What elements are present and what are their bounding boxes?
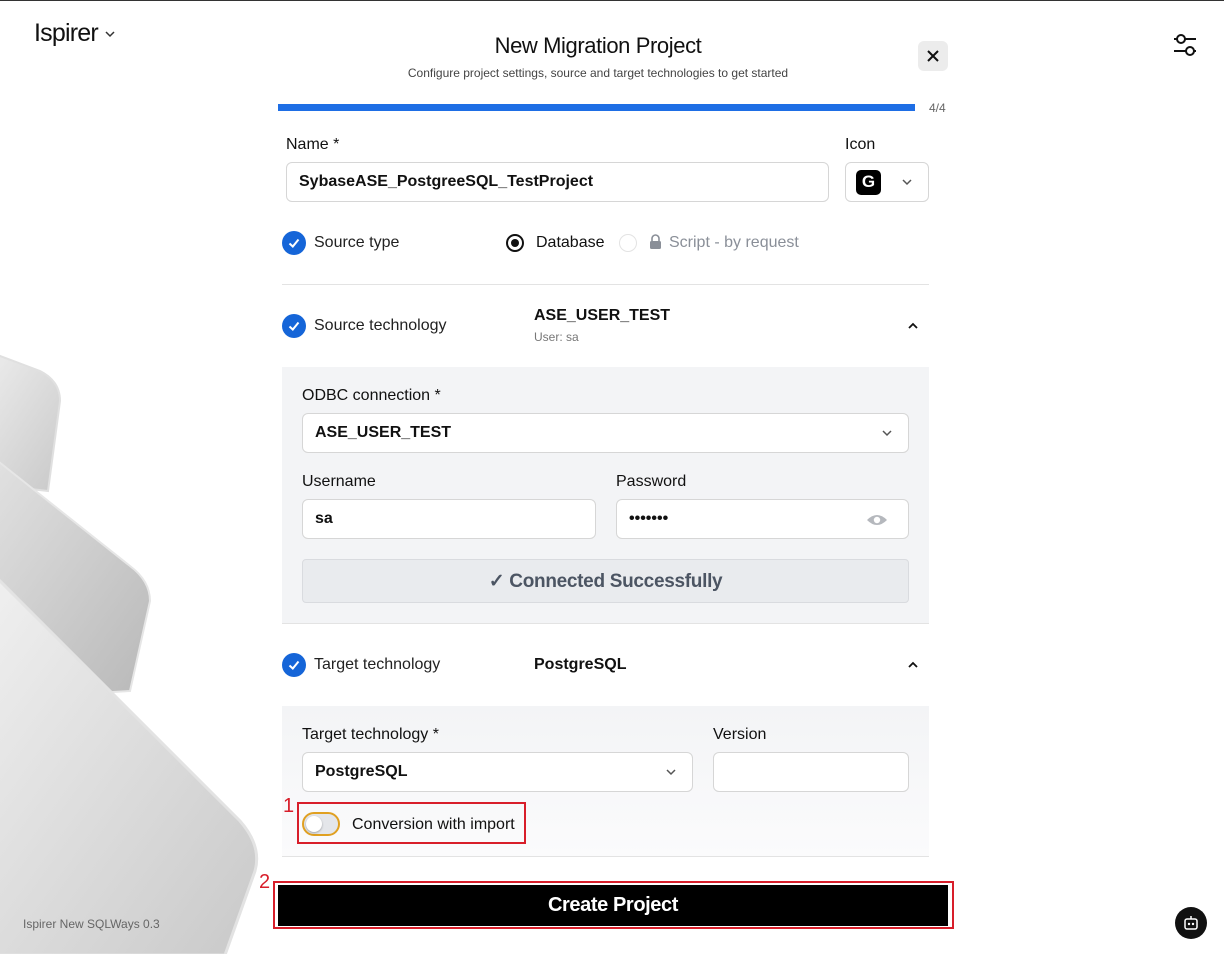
divider <box>282 284 929 285</box>
divider <box>282 856 929 857</box>
source-technology-title: Source technology <box>314 317 447 334</box>
radio-database-label: Database <box>536 234 605 251</box>
odbc-connection-select[interactable]: ASE_USER_TEST <box>302 413 909 453</box>
page-subtitle: Configure project settings, source and t… <box>407 66 789 80</box>
create-project-button[interactable]: Create Project <box>278 885 948 926</box>
radio-database[interactable] <box>506 234 524 252</box>
close-button[interactable] <box>918 41 948 71</box>
eye-icon[interactable] <box>866 513 888 527</box>
progress-fill <box>278 104 915 111</box>
conversion-with-import-toggle[interactable] <box>302 812 340 836</box>
divider <box>282 623 929 624</box>
odbc-connection-label: ODBC connection * <box>302 387 441 404</box>
project-name-value: SybaseASE_PostgreeSQL_TestProject <box>299 173 594 190</box>
chevron-up-icon[interactable] <box>906 658 920 672</box>
conversion-with-import-label: Conversion with import <box>352 816 515 833</box>
target-technology-select-value: PostgreSQL <box>315 763 408 780</box>
source-type-title: Source type <box>314 234 400 251</box>
page-title: New Migration Project <box>494 33 702 58</box>
lock-icon <box>650 234 661 249</box>
chevron-down-icon <box>902 179 912 186</box>
source-user-value: User: sa <box>534 330 579 344</box>
close-icon <box>927 50 939 62</box>
password-input[interactable]: ••••••• <box>616 499 909 539</box>
annotation-number-2: 2 <box>259 871 271 893</box>
chevron-down-icon <box>882 430 892 437</box>
toggle-knob <box>306 816 322 832</box>
check-circle-icon <box>282 314 306 338</box>
check-circle-icon <box>282 653 306 677</box>
connection-status-button[interactable]: ✓ Connected Successfully <box>302 559 909 603</box>
target-technology-select[interactable]: PostgreSQL <box>302 752 693 792</box>
assistant-bot-icon[interactable] <box>1175 907 1207 939</box>
username-label: Username <box>302 473 376 490</box>
target-technology-value: PostgreSQL <box>534 656 627 673</box>
password-value: ••••••• <box>629 510 669 527</box>
check-circle-icon <box>282 231 306 255</box>
radio-script <box>619 234 637 252</box>
version-input[interactable] <box>713 752 909 792</box>
target-technology-label: Target technology * <box>302 726 439 743</box>
progress-bar <box>278 104 915 111</box>
progress-step-label: 4/4 <box>929 101 946 115</box>
version-label: Version <box>713 726 767 743</box>
odbc-connection-value: ASE_USER_TEST <box>315 424 452 441</box>
username-input[interactable]: sa <box>302 499 596 539</box>
project-icon-preview: G <box>856 169 881 195</box>
target-technology-title: Target technology <box>314 656 441 673</box>
app-version: Ispirer New SQLWays 0.3 <box>23 917 160 931</box>
icon-label: Icon <box>845 136 876 153</box>
chevron-down-icon <box>666 769 676 776</box>
chevron-up-icon[interactable] <box>906 319 920 333</box>
name-label: Name * <box>286 136 340 153</box>
background-decoration <box>0 1 280 954</box>
password-label: Password <box>616 473 687 490</box>
username-value: sa <box>315 510 333 527</box>
icon-select[interactable]: G <box>845 162 929 202</box>
project-name-input[interactable]: SybaseASE_PostgreeSQL_TestProject <box>286 162 829 202</box>
source-technology-value: ASE_USER_TEST <box>534 307 671 324</box>
radio-script-label: Script - by request <box>669 234 799 251</box>
annotation-number-1: 1 <box>283 795 295 817</box>
